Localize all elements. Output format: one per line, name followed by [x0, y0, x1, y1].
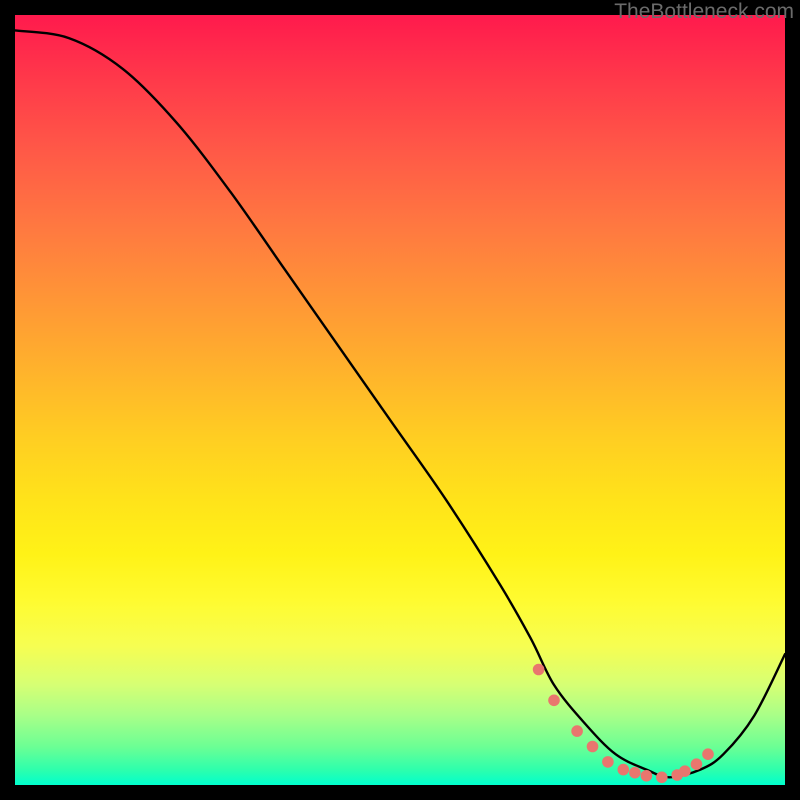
marker-point	[571, 725, 583, 737]
watermark-text: TheBottleneck.com	[614, 0, 794, 24]
marker-point	[641, 770, 653, 782]
marker-point	[548, 695, 560, 707]
marker-point	[533, 664, 545, 676]
chart-frame: TheBottleneck.com	[0, 0, 800, 800]
marker-group	[533, 664, 714, 783]
marker-point	[691, 758, 703, 770]
marker-point	[629, 767, 641, 779]
bottleneck-curve	[15, 30, 785, 777]
marker-point	[602, 756, 614, 768]
plot-area	[15, 15, 785, 785]
marker-point	[656, 772, 668, 784]
marker-point	[702, 748, 714, 760]
chart-svg	[15, 15, 785, 785]
marker-point	[587, 741, 599, 753]
marker-point	[679, 765, 691, 777]
marker-point	[618, 764, 630, 776]
